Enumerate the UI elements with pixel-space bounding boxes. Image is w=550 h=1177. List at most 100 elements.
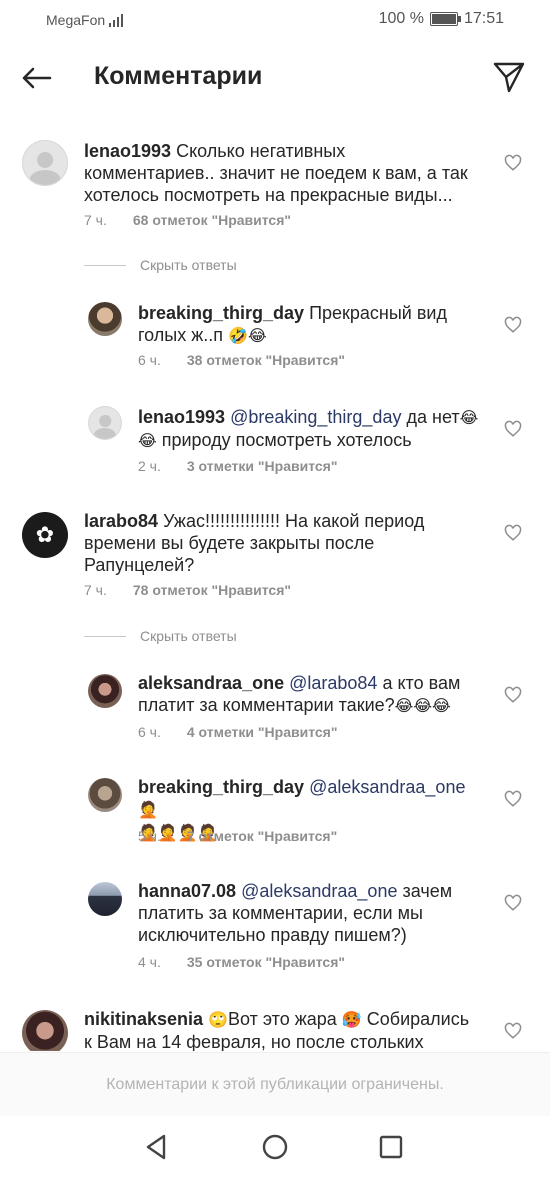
flower-icon: ✿ <box>35 522 55 547</box>
comment-body-line1: Сколько негативных <box>176 141 346 161</box>
reply-body-line2: природу посмотреть хотелось <box>161 430 412 450</box>
reply-meta: 5 ч. 7 отметок "Нравится" <box>138 828 337 844</box>
avatar[interactable] <box>88 302 122 336</box>
reply-username[interactable]: breaking_thirg_day <box>138 303 304 323</box>
hide-replies-label: Скрыть ответы <box>140 628 237 644</box>
likes-count[interactable]: 4 отметки "Нравится" <box>187 724 338 740</box>
avatar[interactable] <box>88 882 122 916</box>
avatar[interactable] <box>88 674 122 708</box>
emoji: 🤣😂 <box>228 326 267 345</box>
emoji: 🙄 <box>208 1010 228 1029</box>
comment-time: 7 ч. <box>84 582 107 598</box>
reply-text: breaking_thirg_day Прекрасный вид голых … <box>138 302 468 347</box>
comment-meta: 7 ч. 78 отметок "Нравится" <box>84 582 291 598</box>
reply-body-line3: исключительно правду пишем?) <box>138 925 407 945</box>
reply-meta: 6 ч. 38 отметок "Нравится" <box>138 352 345 368</box>
comment-body-line2: времени вы будете закрыты после <box>84 533 375 553</box>
likes-count[interactable]: 35 отметок "Нравится" <box>187 954 345 970</box>
reply-text: hanna07.08 @aleksandraa_one зачем платит… <box>138 880 488 946</box>
comment-body-line1: Ужас!!!!!!!!!!!!!!! На какой период <box>163 511 425 531</box>
reply-meta: 6 ч. 4 отметки "Нравится" <box>138 724 337 740</box>
divider-line <box>84 635 126 637</box>
arrow-left-icon <box>22 67 52 89</box>
comment-username[interactable]: nikitinaksenia <box>84 1009 203 1029</box>
paper-plane-icon[interactable] <box>492 60 526 94</box>
avatar[interactable] <box>88 778 122 812</box>
reply-username[interactable]: breaking_thirg_day <box>138 777 304 797</box>
reply-time: 5 ч. <box>138 828 161 844</box>
mention-link[interactable]: @larabo84 <box>289 673 377 693</box>
reply-body-line2: платить за комментарии, если мы <box>138 903 423 923</box>
emoji: 🥵 <box>341 1010 362 1029</box>
battery-icon <box>429 12 461 26</box>
avatar[interactable] <box>88 406 122 440</box>
likes-count[interactable]: 3 отметки "Нравится" <box>187 458 338 474</box>
comment-time: 7 ч. <box>84 212 107 228</box>
reply-text: lenao1993 @breaking_thirg_day да нет😂 😂 … <box>138 406 488 452</box>
circle-home-icon[interactable] <box>258 1130 292 1164</box>
carrier-name: MegaFon <box>46 12 106 28</box>
comment-text: nikitinaksenia 🙄Вот это жара 🥵 Собиралис… <box>84 1008 504 1051</box>
hide-replies-label: Скрыть ответы <box>140 257 237 273</box>
page-title: Комментарии <box>94 62 263 90</box>
reply-time: 6 ч. <box>138 724 161 740</box>
hide-replies-button[interactable]: Скрыть ответы <box>84 257 237 273</box>
avatar[interactable] <box>22 140 68 186</box>
heart-icon[interactable] <box>504 790 522 808</box>
signal-icon <box>109 13 124 27</box>
battery-percent: 100 % <box>378 10 424 27</box>
heart-icon[interactable] <box>504 524 522 542</box>
heart-icon[interactable] <box>504 154 522 172</box>
hide-replies-button[interactable]: Скрыть ответы <box>84 628 237 644</box>
comment-meta: 7 ч. 68 отметок "Нравится" <box>84 212 291 228</box>
heart-icon[interactable] <box>504 894 522 912</box>
reply-time: 2 ч. <box>138 458 161 474</box>
header: Комментарии <box>0 44 550 110</box>
reply-username[interactable]: hanna07.08 <box>138 881 236 901</box>
reply-time: 4 ч. <box>138 954 161 970</box>
emoji: 😂 <box>138 431 157 450</box>
comment-body-line3: Рапунцелей? <box>84 555 195 575</box>
clock: 17:51 <box>463 10 504 27</box>
status-bar: MegaFon 100 % 17:51 <box>0 0 550 42</box>
reply-meta: 2 ч. 3 отметки "Нравится" <box>138 458 337 474</box>
mention-link[interactable]: @aleksandraa_one <box>309 777 465 797</box>
system-navbar <box>0 1116 550 1177</box>
comment-body-line3: хотелось посмотреть на прекрасные виды..… <box>84 185 453 205</box>
avatar[interactable] <box>22 1010 68 1051</box>
comment-username[interactable]: lenao1993 <box>84 141 171 161</box>
mention-link[interactable]: @breaking_thirg_day <box>230 407 401 427</box>
likes-count[interactable]: 7 отметок "Нравится" <box>187 828 337 844</box>
heart-icon[interactable] <box>504 1022 522 1040</box>
comment-body-line1: Вот это жара <box>228 1009 337 1029</box>
heart-icon[interactable] <box>504 420 522 438</box>
emoji: 😂😂😂 <box>394 696 451 715</box>
back-button[interactable] <box>18 60 54 96</box>
reply-text: aleksandraa_one @larabo84 а кто вам плат… <box>138 672 488 717</box>
reply-body-line2: платит за комментарии такие? <box>138 695 395 715</box>
comment-username[interactable]: larabo84 <box>84 511 158 531</box>
reply-meta: 4 ч. 35 отметок "Нравится" <box>138 954 345 970</box>
comment-list[interactable]: lenao1993 Сколько негативных комментарие… <box>0 126 550 1051</box>
triangle-back-icon[interactable] <box>140 1130 174 1164</box>
likes-count[interactable]: 78 отметок "Нравится" <box>133 582 291 598</box>
comments-restricted-bar: Комментарии к этой публикации ограничены… <box>0 1052 550 1116</box>
status-right: 100 % 17:51 <box>379 10 504 28</box>
heart-icon[interactable] <box>504 316 522 334</box>
heart-icon[interactable] <box>504 686 522 704</box>
square-recents-icon[interactable] <box>374 1130 408 1164</box>
reply-body-line1: зачем <box>402 881 453 901</box>
status-left: MegaFon <box>46 12 124 28</box>
mention-link[interactable]: @aleksandraa_one <box>241 881 397 901</box>
divider-line <box>84 264 126 266</box>
comment-body-line2: комментариев.. значит не поедем к вам, а… <box>84 163 468 183</box>
reply-username[interactable]: aleksandraa_one <box>138 673 284 693</box>
reply-body-line1: да нет <box>406 407 460 427</box>
likes-count[interactable]: 38 отметок "Нравится" <box>187 352 345 368</box>
comment-text: lenao1993 Сколько негативных комментарие… <box>84 140 484 206</box>
comment-text: larabo84 Ужас!!!!!!!!!!!!!!! На какой пе… <box>84 510 484 576</box>
reply-username[interactable]: lenao1993 <box>138 407 225 427</box>
reply-body-line2: голых ж..п <box>138 325 224 345</box>
avatar[interactable]: ✿ <box>22 512 68 558</box>
likes-count[interactable]: 68 отметок "Нравится" <box>133 212 291 228</box>
